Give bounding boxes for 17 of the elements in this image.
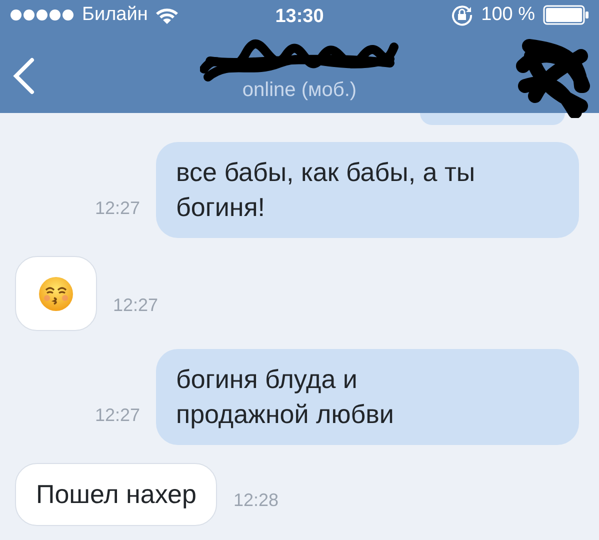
message-bubble: богиня блуда и продажной любви — [156, 349, 579, 446]
kissing-face-icon — [38, 276, 74, 312]
message-time: 12:27 — [94, 404, 140, 428]
carrier-name: Билайн — [82, 2, 148, 27]
back-icon[interactable] — [11, 57, 35, 95]
message-time: 12:27 — [113, 294, 158, 318]
message-bubble: все бабы, как бабы, а ты богиня! — [156, 142, 579, 238]
clock-time: 13:30 — [275, 5, 324, 29]
message-bubble: Пошел нахер — [15, 463, 218, 526]
rotation-lock-icon — [451, 4, 474, 26]
online-status: online (моб.) — [242, 78, 357, 103]
wifi-icon — [156, 6, 178, 24]
battery-icon — [543, 5, 589, 25]
message-time: 12:27 — [94, 197, 140, 220]
signal-icon — [10, 9, 74, 21]
battery-percent: 100 % — [481, 2, 535, 27]
message-time: 12:28 — [233, 489, 278, 512]
